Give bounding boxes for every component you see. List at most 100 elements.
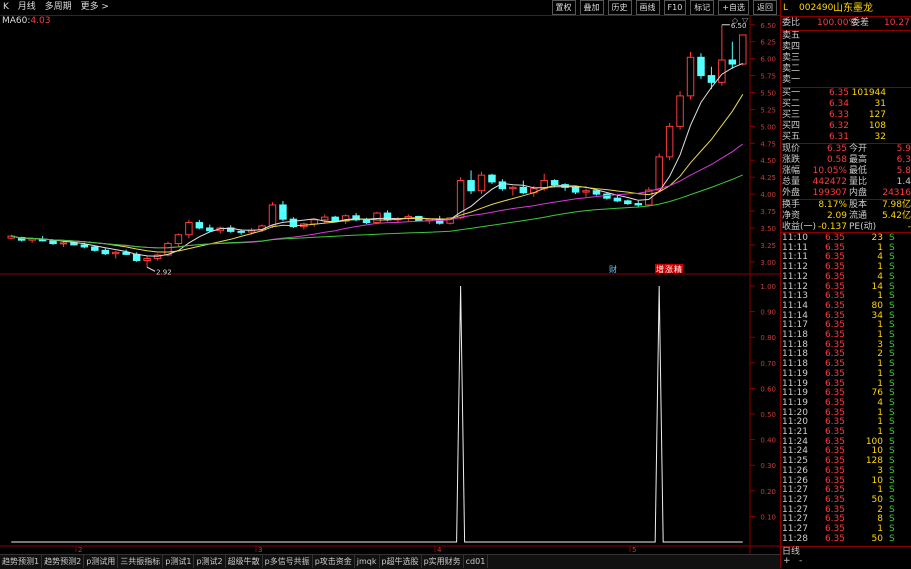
candle-body [206,227,214,232]
candle-body [195,222,204,229]
cell: 11:28 [782,533,808,544]
candle-body [279,204,287,220]
candle-body [571,186,580,193]
indicator-tab[interactable]: cd01 [464,555,489,568]
indicator-axis-label: 0.50 [760,411,776,419]
cell: 外盘 [782,188,801,198]
price-axis-label: 6.50 [760,22,776,30]
sell-order-row: 卖三 [781,53,911,64]
kline-chart[interactable]: 6.50 6.25 6.00 5.75 5.50 5.25 5.00 4.75 4.50 4.25… [0,0,780,554]
candle-body [373,212,381,224]
sell-order-row: 卖一 [781,75,911,86]
panel-separator [781,16,911,17]
triangle-icon: ▽ [742,16,749,25]
cell: 今开 [849,144,868,154]
indicator-tab[interactable]: 趋势预测2 [42,555,85,568]
candle-body [467,180,475,192]
quote-row: 涨跌 0.58 最高 6.3 [781,155,911,166]
indicator-axis-label: 1.00 [760,283,776,291]
indicator-tab[interactable]: jmqk [355,555,380,568]
tick-row: 11:28 6.35 50 S [781,534,911,545]
buy-order-row: 买二 6.34 31 [781,99,911,110]
indicator-tab[interactable]: p测试1 [163,555,195,568]
indicator-tab[interactable]: p测试2 [194,555,226,568]
ma10-line [11,94,744,253]
indicator-tab[interactable]: 超级牛散 [226,555,263,568]
ma20-line [11,143,744,249]
cell: 1.4 [896,177,911,187]
cell: 买一 [782,88,801,98]
cell: 涨幅 [782,166,801,176]
cell: 108 [868,121,886,131]
candle-body [321,216,329,221]
indicator-tab[interactable]: 三共振指标 [118,555,164,568]
candle-body [739,34,747,65]
cell: 最低 [849,166,868,176]
cell: 卖三 [782,53,801,63]
indicator-axis-label: 0.10 [760,513,776,521]
indicator-tab[interactable]: p多信号共振 [263,555,313,568]
cell: 现价 [782,144,801,154]
quote-row: 外盘 199307 内盘 24316 [781,188,911,199]
time-axis-label: 5 [632,546,636,554]
cell: 卖五 [782,31,801,41]
time-axis-label: 4 [437,546,442,554]
cell: 32 [874,132,886,142]
cell: 最高 [849,155,868,165]
candle-body [509,186,517,190]
cell: 31 [874,99,886,109]
indicator-axis-label: 0.70 [760,360,776,368]
candle-body [49,240,57,245]
indicator-line [11,285,743,543]
quote-row: 涨幅 10.05% 最低 5.8 [781,166,911,177]
cell: 净资 [782,211,801,221]
price-axis-label: 4.50 [760,157,776,165]
candle-body [101,249,110,255]
candle-body [80,244,89,248]
price-axis-label: 4.00 [760,191,776,199]
candle-body [707,75,716,83]
buy-order-row: 买一 6.35 101944 [781,88,911,99]
candle-body [624,200,632,205]
candle-body [582,190,590,193]
ma60-line [11,174,743,249]
quote-row: 现价 6.35 今开 5.9 [781,144,911,155]
price-axis-label: 3.50 [760,225,776,233]
cell: 199307 [812,188,847,198]
candle-body [362,219,371,224]
cell: 委差 [851,18,870,28]
candle-body [111,251,120,255]
cell: - [799,556,803,566]
event-badge-cai: 财 [609,264,617,274]
cell: 卖一 [782,75,801,85]
event-badge-zhang: 涨 [665,264,673,274]
indicator-axis-label: 0.90 [760,309,776,317]
candle-body [718,59,726,83]
time-axis-label: 2 [78,546,82,554]
cell: 买二 [782,99,801,109]
cell: 6.33 [828,110,849,120]
cell: 50 [871,533,883,544]
time-axis-label: 3 [258,546,262,554]
cell: 127 [868,110,886,120]
indicator-tab[interactable]: 趋势预测1 [0,555,43,568]
cell: 10.27 [884,18,910,28]
quote-panel: L 002490 山东墨龙 委比 100.00% 委差 10.27 卖五 卖四 卖三 卖二 卖一 买一 6… [780,0,911,568]
quote-row: 总量 442472 量比 1.4 [781,177,911,188]
indicator-tab[interactable]: p测试用 [84,555,119,568]
candle-body [237,230,245,233]
zoom-controls: + - [781,556,911,567]
indicator-tab[interactable]: p攻击资金 [313,555,355,568]
stock-name: 山东墨龙 [833,3,873,14]
candle-body [697,56,705,77]
candle-body [70,242,78,246]
indicator-axis-label: 0.30 [760,462,776,470]
cell: 7.98亿 [881,200,911,210]
indicator-tab[interactable]: p超牛选股 [380,555,422,568]
cell: 股本 [849,200,868,210]
candle-body [310,219,319,225]
stock-code: 002490 [799,3,834,13]
indicator-tab[interactable]: p实用财务 [422,555,464,568]
indicator-axis-label: 0.80 [760,334,776,342]
price-axis-label: 3.75 [760,208,776,216]
